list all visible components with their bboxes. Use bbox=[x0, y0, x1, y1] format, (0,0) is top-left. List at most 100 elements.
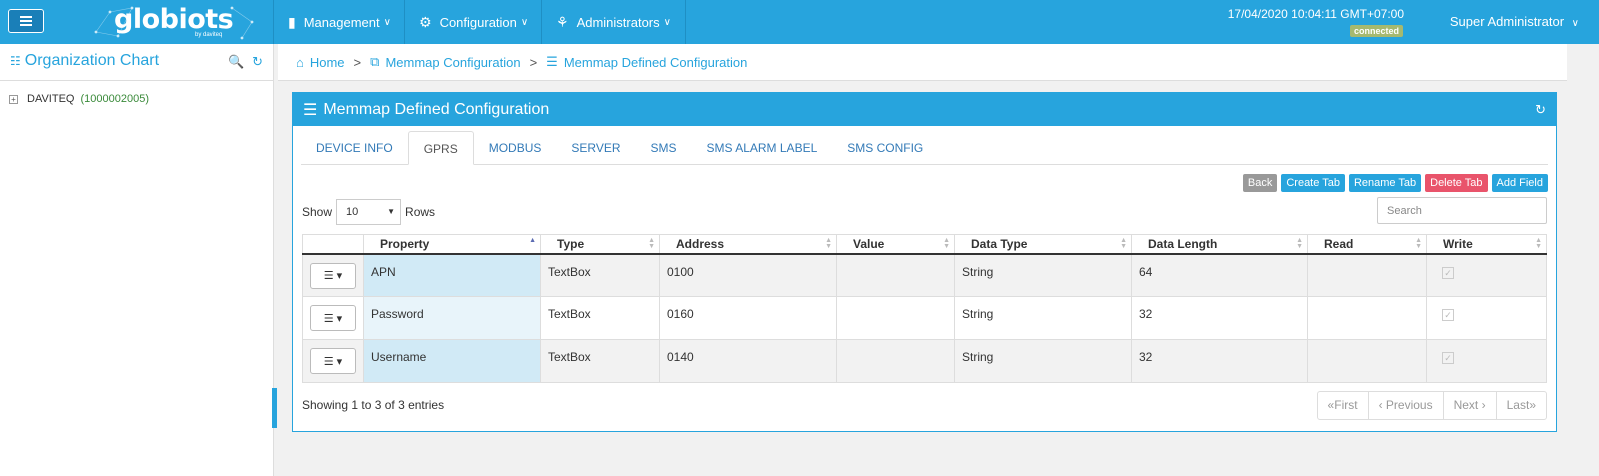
cell-value bbox=[836, 253, 955, 297]
table-info: Showing 1 to 3 of 3 entries bbox=[302, 398, 445, 412]
row-menu-button[interactable]: ☰ ▾ bbox=[310, 348, 356, 374]
back-button[interactable]: Back bbox=[1242, 174, 1278, 192]
breadcrumb-home[interactable]: Home bbox=[310, 55, 345, 70]
column-header-data-length[interactable]: Data Length ▲ ▼ bbox=[1131, 234, 1308, 255]
tab-sms-alarm-label[interactable]: SMS ALARM LABEL bbox=[692, 131, 833, 165]
cell-value bbox=[836, 339, 955, 383]
nav-administrators[interactable]: ⚘ Administrators ∨ bbox=[541, 0, 686, 44]
tab-sms[interactable]: SMS bbox=[636, 131, 692, 165]
cell-write: ✓ bbox=[1426, 296, 1547, 340]
rows-per-page-select[interactable]: 10 ▼ bbox=[336, 199, 402, 225]
tab-server[interactable]: SERVER bbox=[556, 131, 635, 165]
breadcrumb: ⌂ Home > ⧉ Memmap Configuration > ☰ Memm… bbox=[278, 44, 1567, 81]
cell-read bbox=[1307, 339, 1427, 383]
nav-management[interactable]: ▮ Management ∨ bbox=[273, 0, 405, 44]
column-header-address[interactable]: Address ▲ ▼ bbox=[659, 234, 837, 255]
column-header-read[interactable]: Read ▲ ▼ bbox=[1307, 234, 1427, 255]
table-row: ☰ ▾ APN TextBox 0100 String 64 ✓ bbox=[302, 253, 1547, 297]
tab-sms-config[interactable]: SMS CONFIG bbox=[832, 131, 938, 165]
refresh-icon[interactable]: ↻ bbox=[1535, 102, 1546, 118]
cell-property: Username bbox=[363, 339, 541, 383]
column-header-label: Write bbox=[1443, 236, 1473, 251]
copy-icon: ⧉ bbox=[370, 54, 380, 69]
list-icon: ☰ bbox=[303, 101, 318, 119]
cogs-icon: ⚙ bbox=[419, 13, 432, 30]
breadcrumb-memmap-configuration[interactable]: Memmap Configuration bbox=[385, 55, 520, 70]
table-row: ☰ ▾ Password TextBox 0160 String 32 ✓ bbox=[302, 296, 1547, 340]
previous-page-button[interactable]: ‹ Previous bbox=[1369, 392, 1444, 419]
cell-data-type: String bbox=[954, 339, 1132, 383]
column-header-data-type[interactable]: Data Type ▲ ▼ bbox=[954, 234, 1132, 255]
breadcrumb-current: Memmap Defined Configuration bbox=[563, 54, 748, 70]
cell-address: 0160 bbox=[659, 296, 837, 340]
row-menu-button[interactable]: ☰ ▾ bbox=[310, 262, 356, 289]
column-header-value[interactable]: Value ▲ ▼ bbox=[836, 234, 955, 255]
expand-icon[interactable]: + bbox=[9, 94, 18, 104]
column-header-type[interactable]: Type ▲ ▼ bbox=[540, 234, 660, 255]
tab-bar: DEVICE INFO GPRS MODBUS SERVER SMS SMS A… bbox=[301, 131, 1548, 165]
page-size-control: Show 10 ▼ Rows bbox=[302, 199, 435, 225]
row-actions-cell: ☰ ▾ bbox=[302, 296, 364, 340]
column-header-label: Data Length bbox=[1148, 236, 1218, 251]
logo-text[interactable]: globiots bbox=[114, 4, 234, 35]
cell-data-length: 32 bbox=[1131, 339, 1308, 383]
memmap-panel: ☰ Memmap Defined Configuration ↻ DEVICE … bbox=[292, 92, 1557, 432]
last-page-button[interactable]: Last» bbox=[1497, 392, 1546, 419]
column-header-label: Address bbox=[676, 236, 725, 251]
menu-toggle-button[interactable] bbox=[8, 9, 44, 33]
tab-modbus[interactable]: MODBUS bbox=[474, 131, 557, 165]
sort-icon: ▲ ▼ bbox=[1120, 237, 1127, 250]
tab-device-info[interactable]: DEVICE INFO bbox=[301, 131, 408, 165]
double-chevron-right-icon: » bbox=[1529, 398, 1536, 412]
user-menu[interactable]: Super Administrator ∨ bbox=[1450, 14, 1579, 29]
rename-tab-button[interactable]: Rename Tab bbox=[1348, 174, 1422, 192]
cell-value bbox=[836, 296, 955, 340]
tree-item-daviteq[interactable]: + DAVITEQ (1000002005) bbox=[9, 93, 149, 105]
breadcrumb-separator: > bbox=[529, 54, 538, 70]
panel-title: Memmap Defined Configuration bbox=[323, 100, 550, 118]
cell-type: TextBox bbox=[540, 296, 660, 340]
table-header-row: Property ▲ Type ▲ ▼ Address ▲ ▼ Value ▲ ▼ Data … bbox=[302, 234, 1547, 255]
last-page-label: Last bbox=[1506, 398, 1530, 412]
column-header-label: Property bbox=[380, 236, 430, 251]
sort-icon: ▲ ▼ bbox=[648, 237, 655, 250]
create-tab-button[interactable]: Create Tab bbox=[1281, 174, 1345, 192]
sidebar-resize-handle[interactable] bbox=[272, 388, 277, 428]
row-menu-button[interactable]: ☰ ▾ bbox=[310, 305, 356, 331]
cell-address: 0100 bbox=[659, 253, 837, 297]
cell-property: Password bbox=[363, 296, 541, 340]
panel-header: ☰ Memmap Defined Configuration ↻ bbox=[293, 93, 1556, 126]
connection-status-badge: connected bbox=[1349, 25, 1403, 37]
sort-icon: ▲ ▼ bbox=[943, 237, 950, 250]
cell-type: TextBox bbox=[540, 253, 660, 297]
sitemap-icon: ⚘ bbox=[556, 13, 569, 30]
sort-asc-icon: ▲ bbox=[529, 237, 536, 244]
logo-subtext: by daviteq bbox=[195, 32, 223, 38]
row-actions-cell: ☰ ▾ bbox=[302, 253, 364, 297]
cell-read bbox=[1307, 253, 1427, 297]
caret-down-icon: ▼ bbox=[387, 207, 396, 216]
add-field-button[interactable]: Add Field bbox=[1491, 174, 1548, 192]
next-page-button[interactable]: Next › bbox=[1444, 392, 1497, 419]
sort-icon: ▲ ▼ bbox=[1415, 237, 1422, 250]
table-row: ☰ ▾ Username TextBox 0140 String 32 ✓ bbox=[302, 339, 1547, 383]
show-label: Show bbox=[302, 205, 333, 219]
delete-tab-button[interactable]: Delete Tab bbox=[1425, 174, 1488, 192]
user-name: Super Administrator bbox=[1449, 14, 1565, 29]
column-header-write[interactable]: Write ▲ ▼ bbox=[1426, 234, 1547, 255]
nav-management-label: Management bbox=[303, 14, 380, 30]
refresh-icon[interactable]: ↻ bbox=[252, 54, 263, 69]
hamburger-icon bbox=[20, 20, 32, 22]
zoom-search-icon[interactable]: 🔍 bbox=[228, 54, 244, 69]
cell-data-length: 64 bbox=[1131, 253, 1308, 297]
first-page-button[interactable]: «First bbox=[1318, 392, 1369, 419]
column-header-label: Data Type bbox=[971, 236, 1028, 251]
sidebar: ☷ Organization Chart 🔍 ↻ + DAVITEQ (10000… bbox=[0, 44, 274, 476]
sidebar-tools: 🔍 ↻ bbox=[228, 54, 263, 70]
nav-configuration[interactable]: ⚙ Configuration ∨ bbox=[404, 0, 542, 44]
top-bar: globiots by daviteq ▮ Management ∨ ⚙ Con… bbox=[0, 0, 1599, 44]
column-header-property[interactable]: Property ▲ bbox=[363, 234, 541, 255]
sidebar-divider bbox=[0, 80, 273, 81]
search-input[interactable]: Search bbox=[1377, 197, 1547, 224]
tab-gprs[interactable]: GPRS bbox=[407, 131, 474, 165]
